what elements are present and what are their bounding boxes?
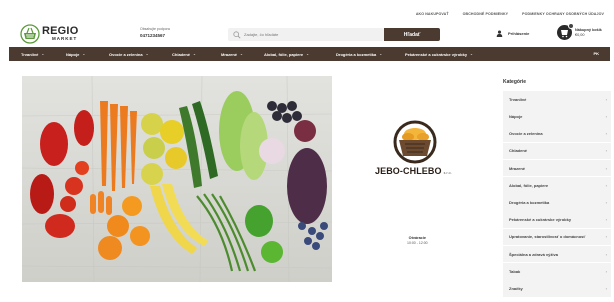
category-title: Kategórie <box>503 79 527 85</box>
chevron-right-icon: › <box>605 251 607 257</box>
cart-count-badge <box>568 23 574 29</box>
cart-total: €0,00 <box>575 32 585 37</box>
cart-icon <box>557 23 574 40</box>
category-item-alobal[interactable]: Alobal, fólie, papiere › <box>503 176 611 194</box>
search-box <box>228 28 384 41</box>
chevron-down-icon: ⌄ <box>470 52 473 56</box>
category-label: Alobal, fólie, papiere <box>509 182 549 188</box>
store-suffix: s.r.o. <box>443 171 452 175</box>
nav-item-label: Trvanlivé <box>21 51 39 57</box>
category-item-znacky[interactable]: Značky › <box>503 280 611 297</box>
store-name: JEBO-CHLEBO s.r.o. <box>375 166 452 176</box>
chevron-down-icon: ⌄ <box>379 52 383 56</box>
nav-end-label[interactable]: PK <box>593 51 599 56</box>
chevron-down-icon: ⌄ <box>41 52 45 56</box>
hours-value: 10:00 - 12:00 <box>407 241 428 245</box>
chevron-down-icon: ⌄ <box>240 52 243 56</box>
category-item-specialna[interactable]: Špeciálna a zdravá výživa › <box>503 245 611 263</box>
nav-item-label: Mrazené <box>221 51 238 57</box>
contact-label: Obsahujte podpora <box>140 27 170 31</box>
nav-item-trvanlive[interactable]: Trvanlivé ⌄ <box>21 52 44 57</box>
chevron-right-icon: › <box>605 199 607 205</box>
category-label: Tabak <box>509 268 521 274</box>
category-label: Mrazené <box>509 165 526 171</box>
nav-item-drogeria[interactable]: Drogéria a kozmetika ⌄ <box>336 52 382 57</box>
category-item-tabak[interactable]: Tabak › <box>503 262 611 280</box>
site-logo[interactable]: REGIO MARKET <box>20 24 78 44</box>
toplink-terms[interactable]: obchodné podmienky <box>463 12 509 16</box>
category-item-upratovanie[interactable]: Upratovanie, starostlivosť o domácnosť › <box>503 228 611 246</box>
chevron-right-icon: › <box>605 285 607 291</box>
cart-label: Nákupný košík <box>575 27 602 32</box>
category-label: Značky <box>509 285 523 291</box>
category-label: Upratovanie, starostlivosť o domácnosť <box>509 234 586 240</box>
nav-item-pekarenske[interactable]: Pekárenské a cukrárske výrobky ⌄ <box>405 52 473 57</box>
chevron-right-icon: › <box>605 131 607 137</box>
chevron-right-icon: › <box>605 114 607 120</box>
category-label: Pekárenské a cukrárske výrobky <box>509 217 572 223</box>
nav-item-ovocie[interactable]: Ovocie a zelenina ⌄ <box>109 52 149 57</box>
hours-label: Otváracie <box>408 236 426 240</box>
main-nav: Trvanlivé ⌄ Nápoje ⌄ Ovocie a zelenina ⌄ Ch… <box>9 47 610 61</box>
category-label: Trvanlivé <box>509 96 527 102</box>
chevron-right-icon: › <box>605 165 607 171</box>
nav-item-label: Alobal, fólie, papiere <box>264 51 304 57</box>
nav-item-alobal[interactable]: Alobal, fólie, papiere ⌄ <box>264 52 309 57</box>
chevron-right-icon: › <box>605 217 607 223</box>
chevron-right-icon: › <box>605 182 607 188</box>
category-item-ovocie[interactable]: Ovocie a zelenina › <box>503 125 611 143</box>
chevron-right-icon: › <box>605 148 607 154</box>
opening-hours: Otváracie 10:00 - 12:00 <box>407 236 428 245</box>
top-links: ako nakupovať obchodné podmienky podmien… <box>416 12 604 16</box>
nav-item-label: Ovocie a zelenina <box>109 51 143 57</box>
category-label: Ovocie a zelenina <box>509 131 543 137</box>
category-label: Drogéria a kozmetika <box>509 199 550 205</box>
bread-basket-logo-icon <box>393 120 437 164</box>
category-item-mrazene[interactable]: Mrazené › <box>503 159 611 177</box>
vegetables-image <box>22 76 332 282</box>
category-label: Chladené <box>509 148 528 154</box>
category-sidebar: Kategórie Trvanlivé › Nápoje › Ovocie a ze… <box>503 79 611 297</box>
toplink-privacy[interactable]: podmienky ochrany osobných údajov <box>522 12 604 16</box>
nav-item-label: Chladené <box>172 51 191 57</box>
top-utility-bar: ako nakupovať obchodné podmienky podmien… <box>0 0 614 20</box>
nav-item-label: Pekárenské a cukrárske výrobky <box>405 51 468 57</box>
category-label: Nápoje <box>509 114 523 120</box>
search-button[interactable]: Hľadať <box>384 28 440 41</box>
store-name-text: JEBO-CHLEBO <box>375 166 442 176</box>
chevron-right-icon: › <box>605 234 607 240</box>
chevron-down-icon: ⌄ <box>193 52 196 56</box>
nav-item-napoje[interactable]: Nápoje ⌄ <box>66 52 85 57</box>
cart-button[interactable]: Nákupný košík €0,00 <box>557 23 602 40</box>
category-label: Špeciálna a zdravá výživa <box>509 251 558 257</box>
toplink-how-to-buy[interactable]: ako nakupovať <box>416 12 449 16</box>
contact-phone[interactable]: 0471234567 <box>140 33 170 38</box>
search-icon <box>233 30 241 38</box>
chevron-right-icon: › <box>605 96 607 102</box>
search-input[interactable] <box>244 32 364 37</box>
nav-item-mrazene[interactable]: Mrazené ⌄ <box>221 52 243 57</box>
nav-item-chladene[interactable]: Chladené ⌄ <box>172 52 196 57</box>
login-link[interactable]: Prihlásenie <box>496 30 529 37</box>
category-item-chladene[interactable]: Chladené › <box>503 142 611 160</box>
chevron-down-icon: ⌄ <box>145 52 149 56</box>
login-label: Prihlásenie <box>508 31 530 36</box>
chevron-right-icon: › <box>605 268 607 274</box>
nav-item-label: Drogéria a kozmetika <box>336 51 377 57</box>
nav-item-label: Nápoje <box>66 51 80 57</box>
category-item-napoje[interactable]: Nápoje › <box>503 108 611 125</box>
chevron-down-icon: ⌄ <box>306 52 310 56</box>
category-item-trvanlive[interactable]: Trvanlivé › <box>503 91 611 108</box>
chevron-down-icon: ⌄ <box>82 52 86 56</box>
logo-subtitle: MARKET <box>52 36 78 42</box>
contact-block: Obsahujte podpora 0471234567 <box>140 27 170 38</box>
produce-banner-image <box>22 76 332 282</box>
category-item-pekarenske[interactable]: Pekárenské a cukrárske výrobky › <box>503 211 611 228</box>
site-header: REGIO MARKET Obsahujte podpora 047123456… <box>0 20 614 46</box>
basket-logo-icon <box>20 24 40 44</box>
user-icon <box>496 30 503 37</box>
category-item-drogeria[interactable]: Drogéria a kozmetika › <box>503 194 611 211</box>
